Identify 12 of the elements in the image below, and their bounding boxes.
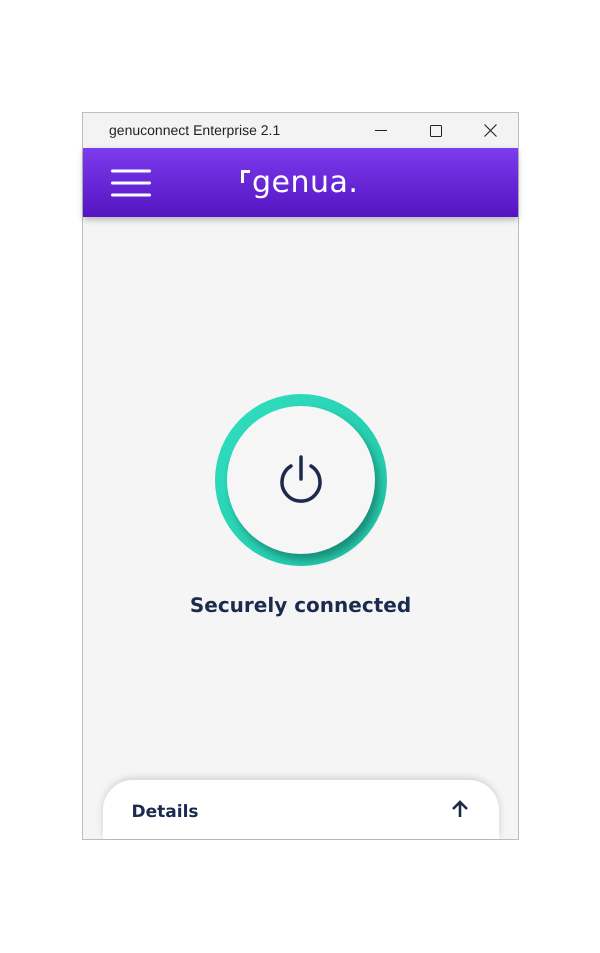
details-panel[interactable]: Details: [102, 780, 498, 839]
arrow-up-icon: [450, 800, 468, 818]
connection-status: Securely connected: [190, 592, 412, 619]
menu-button[interactable]: [111, 166, 153, 198]
power-icon: [278, 455, 324, 505]
menu-icon: [111, 168, 151, 198]
bracket-icon: [241, 170, 251, 184]
maximize-icon: [430, 124, 442, 136]
minimize-icon: [374, 130, 386, 131]
close-icon: [484, 124, 497, 137]
window-title: genuconnect Enterprise 2.1: [109, 121, 280, 140]
logo: genua.: [252, 168, 358, 198]
